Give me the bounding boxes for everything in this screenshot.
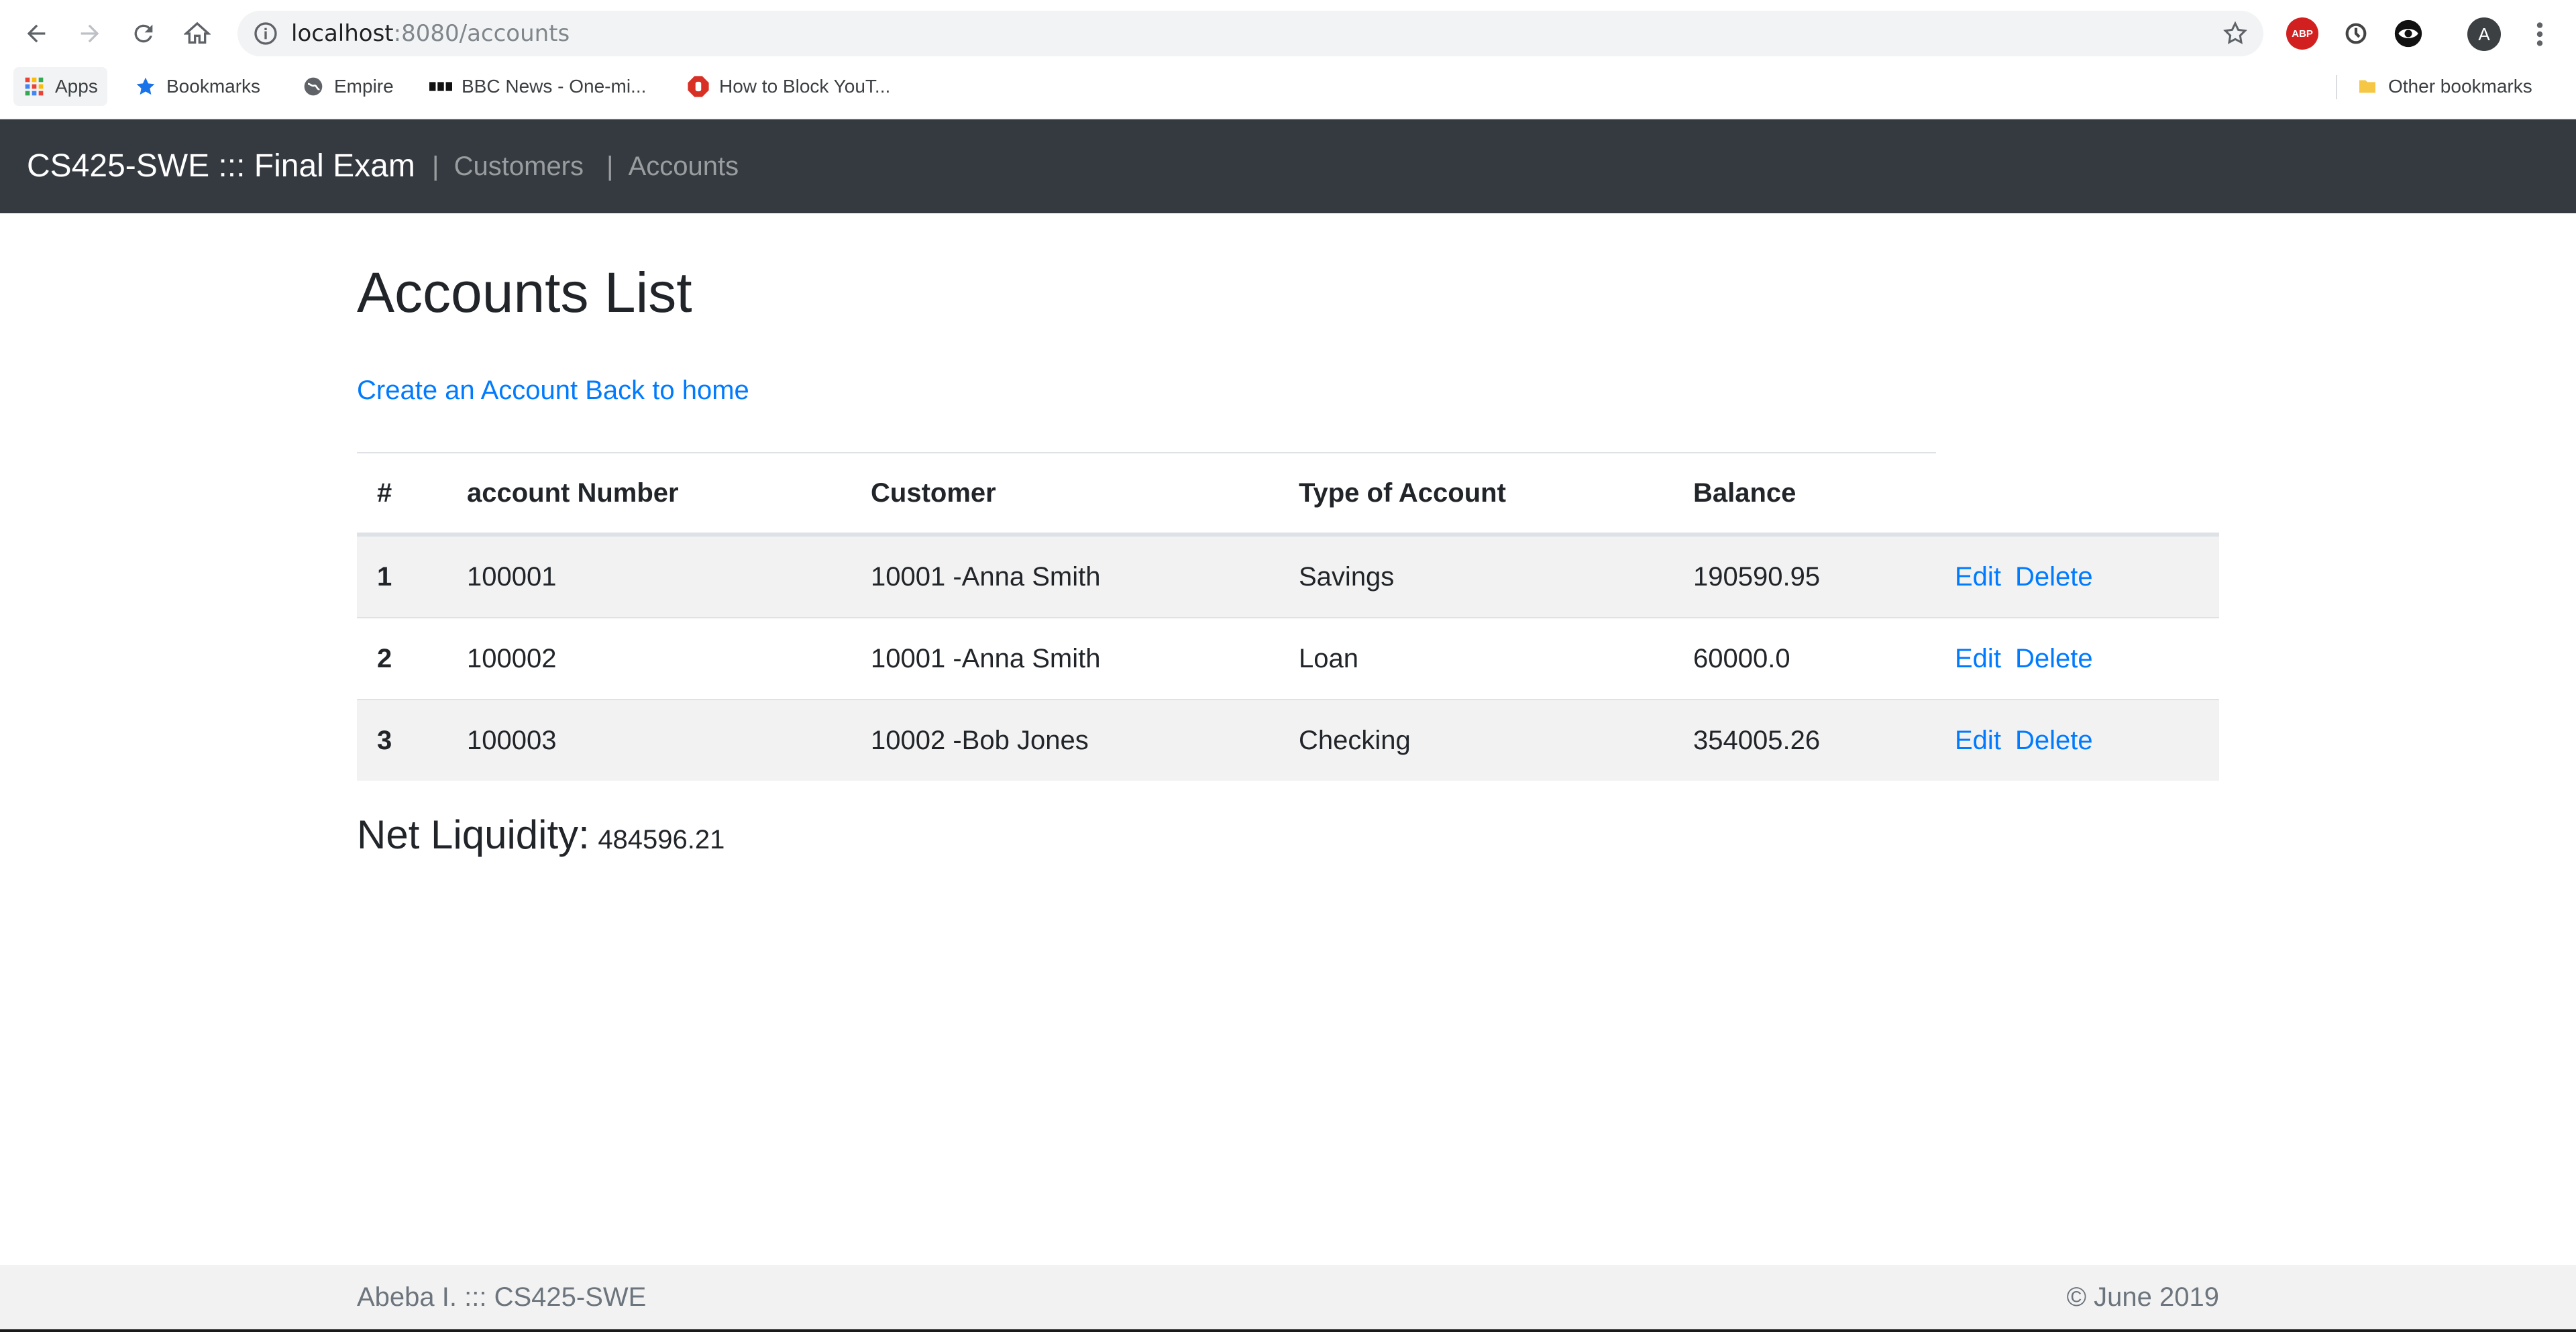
header-balance: Balance bbox=[1693, 478, 1796, 508]
footer-author: Abeba I. ::: CS425-SWE bbox=[357, 1282, 647, 1312]
bookmark-other[interactable]: Other bookmarks bbox=[2356, 67, 2532, 106]
edit-link[interactable]: Edit bbox=[1955, 618, 2001, 699]
customer: 10001 -Anna Smith bbox=[871, 561, 1101, 592]
avatar-letter: A bbox=[2478, 23, 2490, 44]
taskbar-edge bbox=[0, 1329, 2576, 1332]
table-row: 2 100002 10001 -Anna Smith Loan 60000.0 … bbox=[357, 617, 2219, 699]
account-number: 100001 bbox=[467, 561, 557, 592]
adblock-label: ABP bbox=[2292, 27, 2313, 40]
row-number: 1 bbox=[377, 561, 392, 592]
table-row: 3 100003 10002 -Bob Jones Checking 35400… bbox=[357, 699, 2219, 781]
edit-link[interactable]: Edit bbox=[1955, 700, 2001, 781]
table-row: 1 100001 10001 -Anna Smith Savings 19059… bbox=[357, 535, 2219, 617]
account-number: 100002 bbox=[467, 643, 557, 673]
bbc-icon bbox=[429, 75, 452, 98]
customer: 10002 -Bob Jones bbox=[871, 725, 1089, 755]
balance: 60000.0 bbox=[1693, 643, 1790, 673]
account-number: 100003 bbox=[467, 725, 557, 755]
bookmark-label: Bookmarks bbox=[166, 76, 261, 97]
star-icon bbox=[134, 75, 157, 98]
bookmark-bookmarks[interactable]: Bookmarks bbox=[134, 67, 260, 106]
bookmark-label: Other bookmarks bbox=[2388, 76, 2532, 97]
back-to-home-link[interactable]: Back to home bbox=[585, 376, 749, 405]
browser-menu-icon[interactable] bbox=[2526, 19, 2553, 50]
back-button[interactable] bbox=[17, 15, 55, 52]
address-bar[interactable]: localhost:8080/accounts bbox=[237, 11, 2263, 56]
bookmark-label: Empire bbox=[334, 76, 394, 97]
account-type: Savings bbox=[1299, 561, 1395, 592]
row-number: 2 bbox=[377, 643, 392, 673]
bookmark-empire[interactable]: Empire bbox=[302, 67, 394, 106]
stop-hand-icon bbox=[687, 75, 710, 98]
home-icon bbox=[184, 21, 211, 44]
page-footer: Abeba I. ::: CS425-SWE © June 2019 bbox=[0, 1265, 2576, 1329]
globe-icon bbox=[302, 75, 325, 98]
bookmark-bbc[interactable]: BBC News - One-mi... bbox=[429, 67, 646, 106]
info-icon[interactable] bbox=[252, 20, 279, 47]
account-type: Checking bbox=[1299, 725, 1411, 755]
page-links: Create an Account Back to home bbox=[357, 376, 749, 406]
delete-link[interactable]: Delete bbox=[2015, 618, 2093, 699]
bookmark-label: Apps bbox=[55, 76, 98, 97]
net-liquidity-label: Net Liquidity: bbox=[357, 812, 590, 857]
header-number: # bbox=[377, 478, 392, 508]
customer: 10001 -Anna Smith bbox=[871, 643, 1101, 673]
bookmark-apps[interactable]: Apps bbox=[13, 67, 107, 106]
bookmark-star-icon[interactable] bbox=[2222, 20, 2249, 47]
forward-arrow-icon bbox=[80, 24, 99, 43]
balance: 354005.26 bbox=[1693, 725, 1821, 755]
folder-icon bbox=[2356, 75, 2379, 98]
forward-button[interactable] bbox=[71, 15, 109, 52]
delete-link[interactable]: Delete bbox=[2015, 537, 2093, 617]
navbar-brand[interactable]: CS425-SWE ::: Final Exam bbox=[27, 119, 415, 213]
bookmark-block-youtube[interactable]: How to Block YouT... bbox=[687, 67, 890, 106]
reload-icon bbox=[134, 24, 153, 43]
bookmarks-separator bbox=[2336, 75, 2337, 99]
balance: 190590.95 bbox=[1693, 561, 1821, 592]
home-button[interactable] bbox=[178, 15, 216, 52]
delete-link[interactable]: Delete bbox=[2015, 700, 2093, 781]
footer-copyright: © June 2019 bbox=[2066, 1282, 2219, 1312]
eye-icon bbox=[2394, 19, 2422, 48]
reload-button[interactable] bbox=[125, 15, 162, 52]
adblock-extension-icon[interactable]: ABP bbox=[2286, 17, 2318, 50]
header-account-number: account Number bbox=[467, 478, 679, 508]
sync-icon bbox=[2345, 23, 2367, 44]
account-type: Loan bbox=[1299, 643, 1358, 673]
apps-grid-icon bbox=[23, 75, 46, 98]
nav-link-label: Accounts bbox=[628, 152, 739, 181]
nav-link-accounts[interactable]: | Accounts bbox=[606, 119, 739, 213]
create-account-link[interactable]: Create an Account bbox=[357, 376, 578, 405]
header-type: Type of Account bbox=[1299, 478, 1506, 508]
app-navbar: CS425-SWE ::: Final Exam | Customers | A… bbox=[0, 119, 2576, 213]
bookmark-label: BBC News - One-mi... bbox=[462, 76, 647, 97]
bookmarks-bar: Apps Bookmarks Empire BBC News - One-mi.… bbox=[0, 67, 2576, 106]
profile-avatar[interactable]: A bbox=[2467, 17, 2501, 51]
edit-link[interactable]: Edit bbox=[1955, 537, 2001, 617]
browser-toolbar: localhost:8080/accounts ABP A bbox=[0, 0, 2576, 67]
net-liquidity-value: 484596.21 bbox=[598, 825, 725, 854]
row-number: 3 bbox=[377, 725, 392, 755]
bookmark-label: How to Block YouT... bbox=[719, 76, 891, 97]
page-title: Accounts List bbox=[357, 261, 692, 324]
url-path: :8080/accounts bbox=[393, 20, 570, 47]
net-liquidity: Net Liquidity: 484596.21 bbox=[357, 812, 724, 858]
header-customer: Customer bbox=[871, 478, 996, 508]
table-header-row: # account Number Customer Type of Accoun… bbox=[357, 453, 2219, 535]
nav-link-label: Customers bbox=[453, 152, 584, 181]
nav-link-customers[interactable]: | Customers bbox=[432, 119, 584, 213]
back-arrow-icon bbox=[27, 24, 46, 43]
eye-extension-icon[interactable] bbox=[2392, 17, 2424, 50]
sync-extension-icon[interactable] bbox=[2340, 17, 2372, 50]
browser-chrome: localhost:8080/accounts ABP A Apps Bookm… bbox=[0, 0, 2576, 119]
url-text[interactable]: localhost:8080/accounts bbox=[291, 11, 570, 56]
url-host: localhost bbox=[291, 20, 394, 47]
